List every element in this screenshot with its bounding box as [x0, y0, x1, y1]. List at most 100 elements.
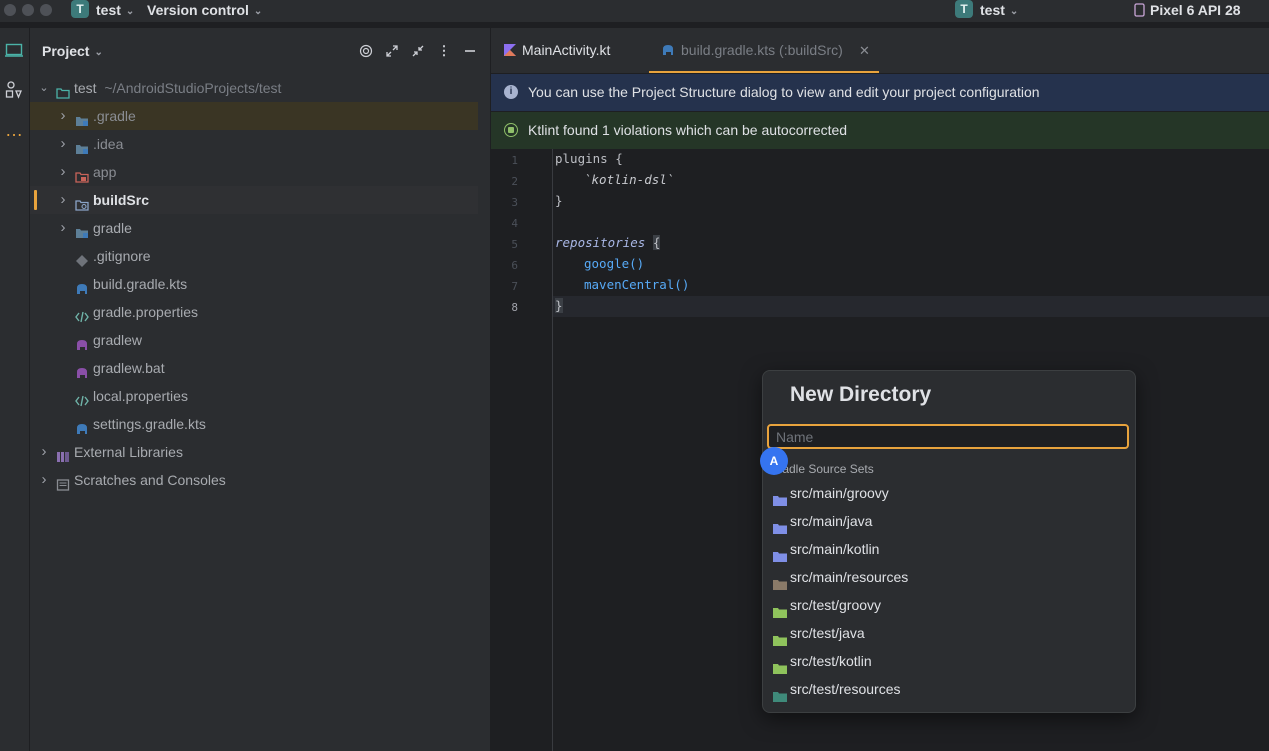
chevron-right-icon[interactable]: › — [38, 438, 50, 466]
source-set-item[interactable]: src/test/groovy — [763, 591, 1135, 619]
window-minimize-button[interactable] — [22, 4, 34, 16]
more-tools-icon[interactable]: … — [4, 120, 24, 140]
tree-item[interactable]: ⌄ test ~/AndroidStudioProjects/test — [30, 74, 478, 102]
tree-item-name: External Libraries — [74, 444, 183, 460]
tree-item[interactable]: › .gradle — [30, 102, 478, 130]
hide-panel-icon[interactable] — [461, 42, 479, 60]
properties-icon — [75, 305, 89, 323]
project-tool-icon[interactable] — [4, 40, 24, 60]
code-token: { — [652, 235, 661, 250]
tab-mainactivity[interactable]: MainActivity.kt — [503, 28, 648, 73]
tree-item-label: build.gradle.kts — [93, 270, 187, 298]
library-icon — [56, 445, 70, 462]
tree-item[interactable]: build.gradle.kts — [30, 270, 478, 298]
tab-label: build.gradle.kts (:buildSrc) — [681, 42, 843, 58]
code-line-8[interactable]: } — [555, 298, 563, 313]
project-panel-title: Project — [42, 43, 90, 59]
vcs-label: Version control — [147, 2, 249, 18]
project-switcher[interactable]: test ⌄ — [96, 1, 134, 22]
tree-item[interactable]: › buildSrc — [30, 186, 478, 214]
directory-name-input[interactable] — [767, 424, 1129, 449]
tree-item[interactable]: gradlew.bat — [30, 354, 478, 382]
code-line-7[interactable]: mavenCentral() — [584, 277, 689, 292]
line-number: 6 — [511, 259, 518, 272]
tree-item-name: .idea — [93, 136, 124, 152]
expand-all-icon[interactable] — [383, 42, 401, 60]
chevron-right-icon[interactable]: › — [38, 466, 50, 494]
line-number: 7 — [511, 280, 518, 293]
info-icon: i — [504, 85, 518, 99]
tree-item-label: app — [93, 158, 116, 186]
tab-build-gradle-buildsrc[interactable]: build.gradle.kts (:buildSrc) ✕ — [649, 28, 879, 73]
source-set-item[interactable]: src/main/java — [763, 507, 1135, 535]
line-number-gutter: 1 2 3 4 5 6 7 8 — [491, 149, 553, 751]
tree-item[interactable]: .gitignore — [30, 242, 478, 270]
source-set-item[interactable]: src/main/groovy — [763, 479, 1135, 507]
device-selector[interactable]: Pixel 6 API 28 — [1134, 1, 1241, 19]
line-number: 8 — [511, 301, 518, 314]
window-maximize-button[interactable] — [40, 4, 52, 16]
folder-icon — [773, 515, 787, 534]
tree-item[interactable]: › app — [30, 158, 478, 186]
tree-item[interactable]: › Scratches and Consoles — [30, 466, 478, 494]
tree-item-label: External Libraries — [74, 438, 183, 466]
modified-marker — [34, 190, 37, 210]
tree-item-label: gradlew — [93, 326, 142, 354]
code-token: plugins — [555, 151, 608, 166]
tree-item-label: settings.gradle.kts — [93, 410, 206, 438]
annotation-badge: A — [760, 447, 788, 475]
chevron-down-icon: ⌄ — [1009, 6, 1019, 17]
close-tab-icon[interactable]: ✕ — [859, 28, 870, 73]
locate-file-icon[interactable] — [357, 42, 375, 60]
source-set-item[interactable]: src/test/resources — [763, 675, 1135, 703]
line-number: 5 — [511, 238, 518, 251]
tree-item[interactable]: local.properties — [30, 382, 478, 410]
code-line-5[interactable]: repositories { — [555, 235, 661, 250]
tree-item[interactable]: › gradle — [30, 214, 478, 242]
chevron-right-icon[interactable]: › — [57, 130, 69, 158]
chevron-right-icon[interactable]: › — [57, 214, 69, 242]
folder-icon — [773, 571, 787, 590]
folder-icon — [773, 683, 787, 702]
source-set-item[interactable]: src/main/resources — [763, 563, 1135, 591]
tree-item-name: gradle — [93, 220, 132, 236]
tree-item[interactable]: gradle.properties — [30, 298, 478, 326]
ktlint-icon — [504, 123, 518, 137]
tree-item-label: gradle.properties — [93, 298, 198, 326]
code-line-2[interactable]: `kotlin-dsl` — [584, 172, 674, 187]
chevron-down-icon[interactable]: ⌄ — [38, 74, 50, 102]
structure-tool-icon[interactable] — [4, 80, 24, 100]
options-kebab-icon[interactable]: ⋮ — [435, 42, 453, 60]
chevron-right-icon[interactable]: › — [57, 186, 69, 214]
tree-item-name: local.properties — [93, 388, 188, 404]
tree-item[interactable]: settings.gradle.kts — [30, 410, 478, 438]
source-set-path: src/main/java — [790, 513, 873, 529]
window-close-button[interactable] — [4, 4, 16, 16]
tree-item[interactable]: › External Libraries — [30, 438, 478, 466]
chevron-right-icon[interactable]: › — [57, 158, 69, 186]
folder-icon — [75, 137, 89, 154]
code-line-3[interactable]: } — [555, 193, 563, 208]
folder-icon — [773, 487, 787, 506]
vcs-menu[interactable]: Version control ⌄ — [147, 1, 262, 22]
code-token: repositories — [555, 235, 646, 250]
source-set-path: src/test/resources — [790, 681, 901, 697]
tree-item-name: app — [93, 164, 117, 180]
tree-item[interactable]: › .idea — [30, 130, 478, 158]
code-line-1[interactable]: plugins { — [555, 151, 623, 166]
line-number: 1 — [511, 154, 518, 167]
source-set-item[interactable]: src/main/kotlin — [763, 535, 1135, 563]
gradle-elephant-icon — [661, 28, 675, 73]
run-config-selector[interactable]: test ⌄ — [980, 1, 1018, 22]
source-set-item[interactable]: src/test/kotlin — [763, 647, 1135, 675]
collapse-all-icon[interactable] — [409, 42, 427, 60]
project-view-selector[interactable]: Project ⌄ — [42, 43, 103, 59]
source-set-path: src/main/resources — [790, 569, 909, 585]
chevron-right-icon[interactable]: › — [57, 102, 69, 130]
tree-item[interactable]: gradlew — [30, 326, 478, 354]
code-line-6[interactable]: google() — [584, 256, 644, 271]
banner-text: You can use the Project Structure dialog… — [528, 84, 1040, 100]
source-set-path: src/test/groovy — [790, 597, 882, 613]
source-set-item[interactable]: src/test/java — [763, 619, 1135, 647]
kotlin-file-icon — [504, 44, 516, 56]
